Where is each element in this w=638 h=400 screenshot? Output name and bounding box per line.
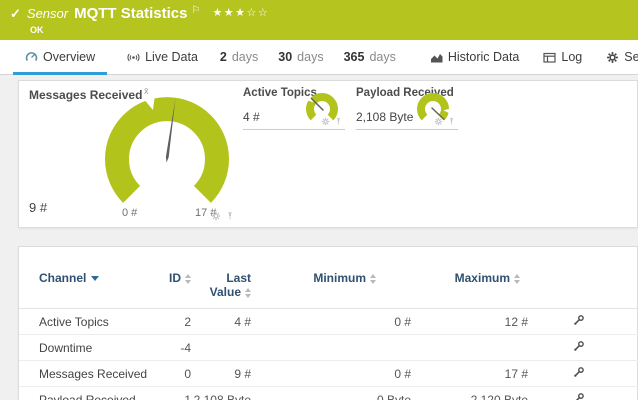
messages-received-gauge: x̄ bbox=[97, 85, 237, 225]
channel-settings-wrench-icon[interactable] bbox=[573, 314, 585, 326]
sensor-status-header: ✓ Sensor MQTT Statistics ⚐ ★★★☆☆ OK bbox=[0, 0, 638, 40]
sort-desc-icon bbox=[91, 276, 99, 281]
gauge-icon bbox=[25, 51, 38, 64]
channel-id: 0 bbox=[161, 361, 191, 387]
tab-2-days[interactable]: 2 days bbox=[210, 40, 268, 74]
channel-maximum: 2,120 Byte bbox=[411, 387, 528, 400]
sort-toggle-icon bbox=[245, 288, 251, 298]
channel-name[interactable]: Downtime bbox=[19, 335, 161, 361]
tab-365-days[interactable]: 365 days bbox=[334, 40, 406, 74]
active-tab-indicator bbox=[13, 72, 107, 75]
gauge-settings-gear-icon[interactable] bbox=[434, 117, 443, 126]
column-header-maximum[interactable]: Maximum bbox=[411, 247, 528, 309]
column-header-minimum[interactable]: Minimum bbox=[251, 247, 411, 309]
mini-gauge-value: 4 # bbox=[243, 110, 260, 124]
column-header-actions bbox=[528, 247, 638, 309]
sort-toggle-icon bbox=[370, 274, 376, 284]
gauge-mean-symbol: x̄ bbox=[144, 86, 149, 96]
table-row: Downtime -4 bbox=[19, 335, 638, 361]
log-icon bbox=[543, 51, 556, 64]
gauge-min-label: 0 # bbox=[122, 207, 137, 219]
channel-last-value bbox=[191, 335, 251, 361]
tab-bar: Overview Live Data 2 days 30 days 365 da… bbox=[0, 40, 638, 75]
channel-minimum: 0 Byte bbox=[251, 387, 411, 400]
channel-name[interactable]: Payload Received bbox=[19, 387, 161, 400]
tab-label: Overview bbox=[43, 50, 95, 64]
channel-minimum: 0 # bbox=[251, 309, 411, 335]
channel-maximum: 12 # bbox=[411, 309, 528, 335]
table-row: Payload Received 1 2,108 Byte 0 Byte 2,1… bbox=[19, 387, 638, 400]
tab-historic-data[interactable]: Historic Data bbox=[418, 40, 532, 74]
column-header-channel[interactable]: Channel bbox=[19, 247, 161, 309]
status-badge: OK bbox=[30, 25, 44, 35]
channel-table: Channel ID Last Value Minimum Maximum bbox=[19, 247, 638, 400]
table-row: Active Topics 2 4 # 0 # 12 # bbox=[19, 309, 638, 335]
tab-label: Historic Data bbox=[448, 50, 520, 64]
gauge-pin-icon[interactable] bbox=[447, 117, 456, 126]
priority-flag-icon[interactable]: ⚐ bbox=[191, 5, 200, 16]
channel-id: -4 bbox=[161, 335, 191, 361]
broadcast-icon bbox=[127, 51, 140, 64]
channel-last-value: 2,108 Byte bbox=[191, 387, 251, 400]
tab-settings[interactable]: Settings bbox=[594, 40, 638, 74]
channel-table-panel: Channel ID Last Value Minimum Maximum bbox=[18, 246, 638, 400]
channel-settings-wrench-icon[interactable] bbox=[573, 366, 585, 378]
gauge-settings-gear-icon[interactable] bbox=[321, 117, 330, 126]
status-ok-check-icon: ✓ bbox=[10, 6, 21, 22]
channel-id: 2 bbox=[161, 309, 191, 335]
tab-label: Live Data bbox=[145, 50, 198, 64]
column-header-id[interactable]: ID bbox=[161, 247, 191, 309]
overview-gauges-panel: Messages Received x̄ 0 # 17 # 9 # Active… bbox=[18, 80, 638, 228]
gear-icon bbox=[606, 51, 619, 64]
column-header-last-value[interactable]: Last Value bbox=[191, 247, 251, 309]
area-chart-icon bbox=[430, 51, 443, 64]
object-kind-label: Sensor bbox=[27, 6, 68, 21]
channel-maximum: 17 # bbox=[411, 361, 528, 387]
channel-last-value: 9 # bbox=[191, 361, 251, 387]
tab-overview[interactable]: Overview bbox=[13, 40, 107, 74]
table-row: Messages Received 0 9 # 0 # 17 # bbox=[19, 361, 638, 387]
channel-last-value: 4 # bbox=[191, 309, 251, 335]
active-topics-tile: Active Topics 4 # bbox=[243, 85, 345, 130]
sort-toggle-icon bbox=[514, 274, 520, 284]
primary-gauge-value: 9 # bbox=[29, 200, 47, 215]
channel-name[interactable]: Active Topics bbox=[19, 309, 161, 335]
gauge-pin-icon[interactable] bbox=[225, 211, 235, 221]
channel-settings-wrench-icon[interactable] bbox=[573, 340, 585, 352]
channel-minimum bbox=[251, 335, 411, 361]
tab-30-days[interactable]: 30 days bbox=[268, 40, 333, 74]
channel-name[interactable]: Messages Received bbox=[19, 361, 161, 387]
channel-settings-wrench-icon[interactable] bbox=[573, 392, 585, 400]
tab-label: Log bbox=[561, 50, 582, 64]
gauge-pin-icon[interactable] bbox=[334, 117, 343, 126]
mini-gauge-value: 2,108 Byte bbox=[356, 110, 413, 124]
gauge-settings-gear-icon[interactable] bbox=[211, 211, 221, 221]
sort-toggle-icon bbox=[185, 274, 191, 284]
channel-minimum: 0 # bbox=[251, 361, 411, 387]
channel-id: 1 bbox=[161, 387, 191, 400]
channel-maximum bbox=[411, 335, 528, 361]
tab-log[interactable]: Log bbox=[531, 40, 594, 74]
tab-live-data[interactable]: Live Data bbox=[115, 40, 210, 74]
tab-label: Settings bbox=[624, 50, 638, 64]
star-rating[interactable]: ★★★☆☆ bbox=[212, 6, 269, 19]
payload-received-tile: Payload Received 2,108 Byte bbox=[356, 85, 458, 130]
page-title: MQTT Statistics bbox=[74, 5, 187, 22]
prtg-sensor-page: ✓ Sensor MQTT Statistics ⚐ ★★★☆☆ OK Over… bbox=[0, 0, 638, 400]
